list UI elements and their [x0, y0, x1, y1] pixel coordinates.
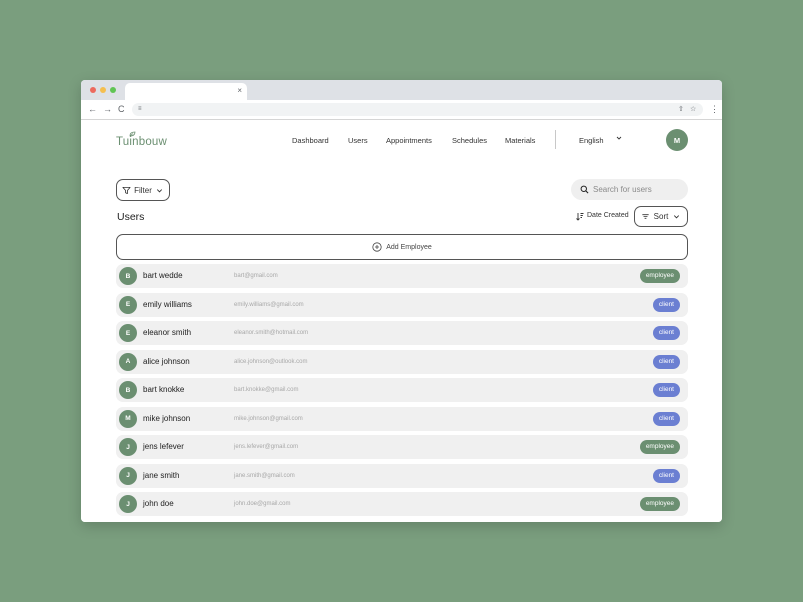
- user-name: mike johnson: [143, 413, 191, 423]
- role-badge: client: [652, 383, 680, 397]
- user-email: bart@gmail.com: [234, 273, 278, 279]
- browser-addressbar: ← → C ≡ ⇧ ☆ ⋮: [81, 100, 722, 120]
- leaf-icon: [129, 131, 136, 139]
- browser-tab[interactable]: ×: [125, 83, 247, 100]
- user-email: jens.lefever@gmail.com: [234, 444, 299, 450]
- user-avatar[interactable]: M: [666, 129, 688, 151]
- forward-arrow-icon[interactable]: →: [103, 103, 112, 115]
- user-email: jane.smith@gmail.com: [234, 472, 295, 479]
- user-email: eleanor.smith@hotmail.com: [234, 330, 309, 336]
- browser-window: × ← → C ≡ ⇧ ☆ ⋮ Tuinbouw Dashboard Users…: [81, 80, 722, 522]
- search-icon: [580, 185, 589, 194]
- share-icon[interactable]: ⇧: [678, 104, 684, 115]
- nav-dashboard[interactable]: Dashboard: [292, 136, 329, 146]
- user-avatar: E: [119, 295, 137, 314]
- role-badge: client: [652, 354, 680, 369]
- nav-schedules[interactable]: Schedules: [452, 136, 487, 146]
- filter-label: Filter: [134, 185, 152, 195]
- browser-menu-icon[interactable]: ⋮: [710, 103, 719, 115]
- user-name: eleanor smith: [143, 328, 192, 337]
- chevron-down-icon: [156, 188, 162, 192]
- role-badge: client: [652, 468, 680, 483]
- sort-label: Sort: [653, 212, 669, 221]
- url-bar[interactable]: ≡ ⇧ ☆: [132, 103, 703, 116]
- user-avatar: J: [119, 466, 137, 485]
- maximize-window-dot[interactable]: [110, 87, 116, 93]
- user-row[interactable]: Jjens lefever jens.lefever@gmail.com emplo…: [116, 435, 688, 459]
- role-badge: client: [652, 326, 680, 340]
- back-arrow-icon[interactable]: ←: [88, 103, 97, 115]
- nav-materials[interactable]: Materials: [505, 136, 535, 146]
- page-content: Tuinbouw Dashboard Users Appointments Sc…: [81, 121, 722, 522]
- user-row[interactable]: Jjohn doe john.doe@gmail.com employee: [116, 492, 688, 516]
- page-title: Users: [117, 211, 145, 223]
- date-created-label: Date Created: [587, 212, 629, 219]
- user-row[interactable]: Eemily williams emily.williams@gmail.com c…: [116, 292, 688, 317]
- nav-divider: [555, 130, 556, 149]
- user-avatar: M: [119, 409, 137, 428]
- user-avatar: J: [119, 438, 137, 456]
- role-badge: employee: [639, 269, 680, 283]
- user-email: alice.johnson@outlook.com: [234, 358, 308, 365]
- user-avatar: E: [119, 324, 137, 342]
- tab-close-icon[interactable]: ×: [237, 85, 242, 97]
- nav-appointments[interactable]: Appointments: [386, 136, 432, 146]
- sort-descending-icon: [576, 212, 584, 221]
- user-row[interactable]: Jjane smith jane.smith@gmail.com client: [116, 463, 688, 488]
- user-email: john.doe@gmail.com: [234, 501, 291, 507]
- role-badge: employee: [639, 497, 680, 511]
- chevron-down-icon: [674, 215, 680, 219]
- bookmark-star-icon[interactable]: ☆: [690, 104, 696, 115]
- user-row[interactable]: Bbart knokke bart.knokke@gmail.com client: [116, 378, 688, 402]
- user-name: john doe: [143, 499, 174, 508]
- role-badge: client: [652, 297, 680, 312]
- close-window-dot[interactable]: [90, 87, 96, 93]
- user-avatar: B: [119, 267, 137, 285]
- sort-button[interactable]: Sort: [634, 206, 688, 227]
- user-email: bart.knokke@gmail.com: [234, 387, 299, 393]
- user-avatar: J: [119, 495, 137, 513]
- nav-users[interactable]: Users: [348, 136, 368, 146]
- date-created-sort[interactable]: Date Created: [576, 211, 629, 221]
- sort-lines-icon: [642, 214, 649, 219]
- user-name: alice johnson: [143, 356, 190, 366]
- language-select[interactable]: English: [579, 136, 604, 146]
- user-name: bart knokke: [143, 385, 185, 394]
- browser-titlebar: ×: [81, 80, 722, 100]
- minimize-window-dot[interactable]: [100, 87, 106, 93]
- site-info-icon[interactable]: ≡: [138, 104, 142, 115]
- user-row[interactable]: Eeleanor smith eleanor.smith@hotmail.com c…: [116, 321, 688, 345]
- filter-icon: [122, 186, 131, 194]
- logo[interactable]: Tuinbouw: [116, 136, 167, 148]
- filter-button[interactable]: Filter: [116, 179, 170, 201]
- add-employee-label: Add Employee: [386, 243, 432, 251]
- user-avatar: A: [119, 352, 137, 371]
- user-email: emily.williams@gmail.com: [234, 301, 304, 308]
- plus-circle-icon: [372, 242, 382, 252]
- user-email: mike.johnson@gmail.com: [234, 415, 303, 422]
- user-avatar: B: [119, 381, 137, 399]
- user-name: jens lefever: [143, 442, 184, 451]
- role-badge: client: [652, 411, 680, 426]
- user-name: emily williams: [143, 299, 192, 309]
- user-name: bart wedde: [143, 271, 183, 280]
- add-employee-button[interactable]: Add Employee: [116, 234, 688, 260]
- reload-icon[interactable]: C: [118, 103, 125, 115]
- user-list: Bbart wedde bart@gmail.com employee Eemily …: [116, 264, 688, 521]
- search-box[interactable]: [571, 179, 688, 200]
- user-name: jane smith: [143, 470, 180, 480]
- chevron-down-icon[interactable]: [616, 135, 622, 145]
- role-badge: employee: [639, 440, 680, 454]
- user-row[interactable]: Aalice johnson alice.johnson@outlook.com c…: [116, 349, 688, 374]
- search-input[interactable]: [593, 185, 683, 194]
- user-row[interactable]: Mmike johnson mike.johnson@gmail.com clien…: [116, 406, 688, 431]
- user-row[interactable]: Bbart wedde bart@gmail.com employee: [116, 264, 688, 288]
